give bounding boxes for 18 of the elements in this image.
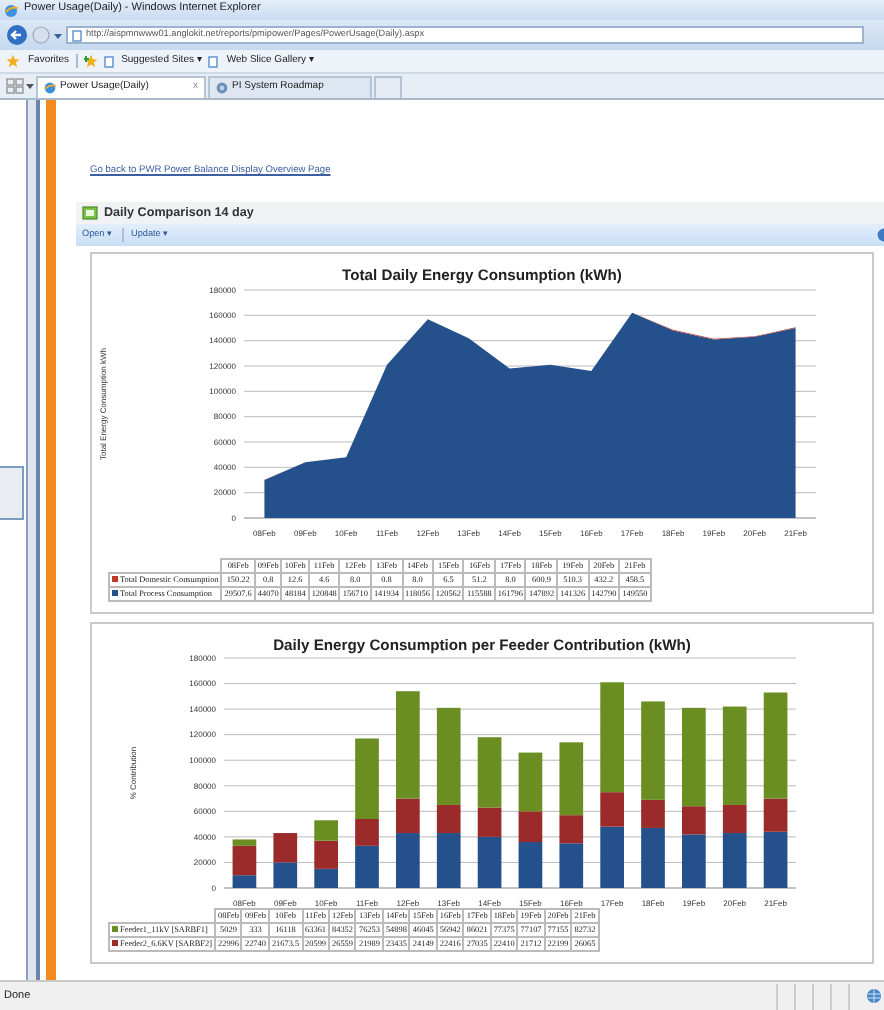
globe-icon <box>866 988 884 1004</box>
star-icon <box>6 54 20 68</box>
add-favorite-icon[interactable] <box>83 54 98 68</box>
bar <box>273 862 298 889</box>
page-icon <box>72 29 82 41</box>
dropdown-icon[interactable] <box>26 82 34 90</box>
bar <box>273 833 298 863</box>
report-icon <box>82 206 98 220</box>
dropdown-icon[interactable] <box>54 31 62 39</box>
page-icon <box>103 55 114 67</box>
help-icon[interactable] <box>872 228 884 242</box>
bar <box>314 820 338 842</box>
page-icon <box>208 55 219 67</box>
page-icon <box>216 82 228 94</box>
page-icon <box>44 82 56 94</box>
browser-logo-icon <box>4 3 18 17</box>
back-icon[interactable] <box>6 24 28 46</box>
side-panel <box>0 466 24 520</box>
